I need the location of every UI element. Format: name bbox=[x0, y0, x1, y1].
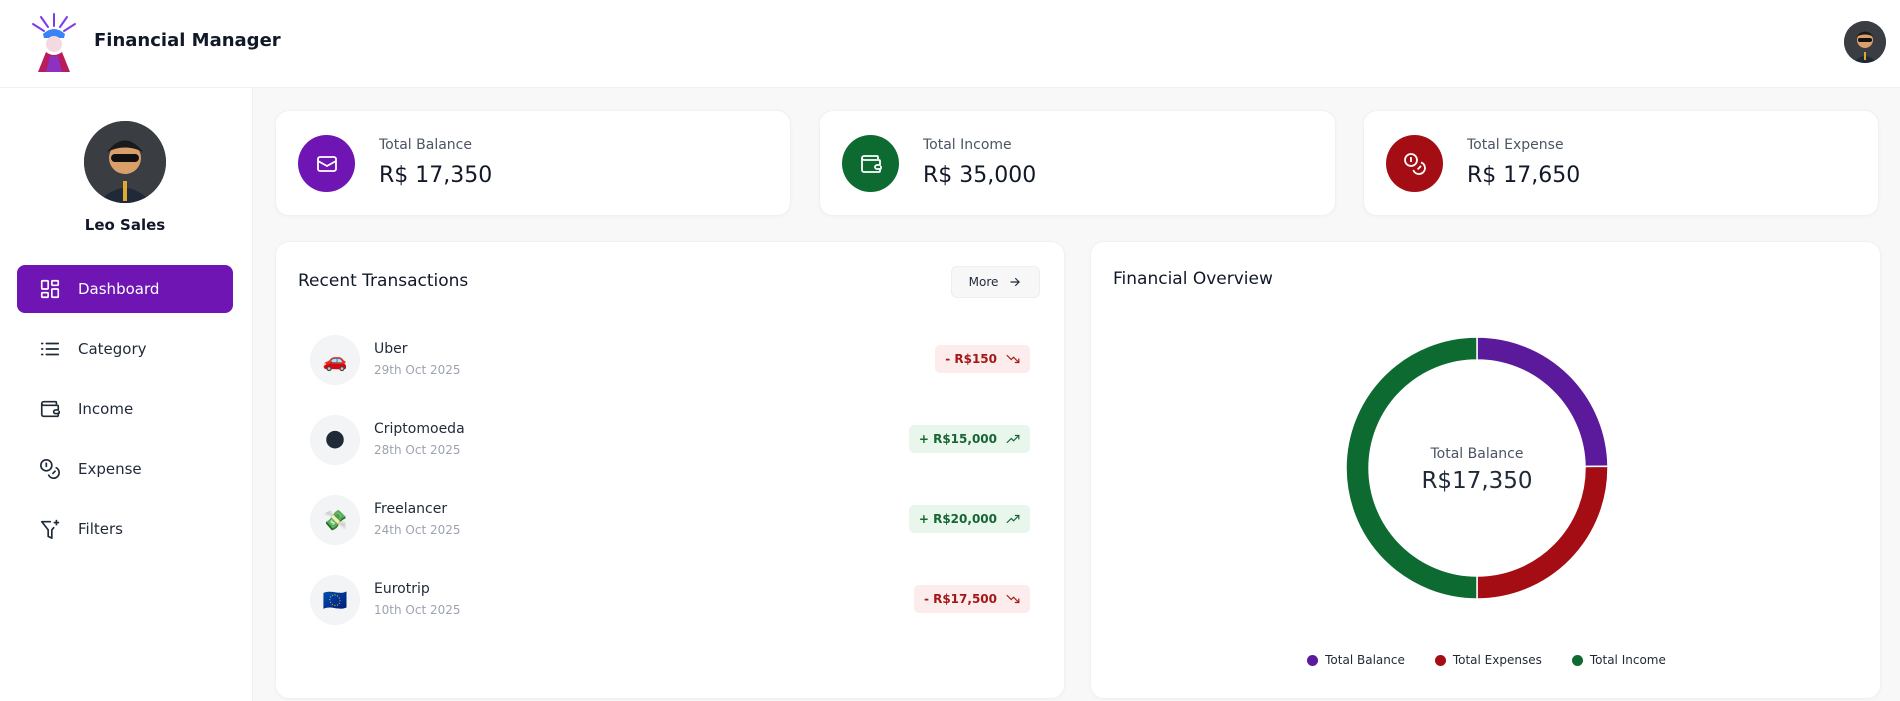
transaction-amount-badge: - R$150 bbox=[935, 345, 1030, 373]
transaction-date: 29th Oct 2025 bbox=[374, 363, 461, 377]
coins-icon bbox=[1403, 152, 1426, 175]
sidebar-item-label: Filters bbox=[78, 520, 123, 538]
transaction-name: Uber bbox=[374, 341, 408, 357]
avatar-image bbox=[84, 121, 166, 203]
transaction-amount-badge: - R$17,500 bbox=[913, 585, 1030, 613]
transaction-name: Criptomoeda bbox=[374, 421, 465, 437]
transaction-row[interactable]: 💸 Freelancer 24th Oct 2025 + R$20,000 bbox=[310, 495, 1030, 545]
wallet-icon bbox=[40, 400, 60, 418]
legend-dot bbox=[1434, 654, 1446, 666]
sidebar-item-label: Income bbox=[78, 400, 134, 418]
user-name: Leo Sales bbox=[84, 216, 166, 234]
transaction-name: Freelancer bbox=[374, 501, 448, 517]
sidebar-nav: Dashboard Category Income Expense Filter… bbox=[17, 265, 233, 565]
profile-avatar[interactable] bbox=[84, 121, 166, 203]
balance-icon-circle bbox=[298, 135, 355, 192]
summary-label: Total Balance bbox=[379, 137, 472, 153]
sidebar-item-label: Dashboard bbox=[78, 280, 160, 298]
legend-item[interactable]: Total Expenses bbox=[1434, 653, 1542, 667]
card-icon bbox=[316, 155, 337, 172]
sidebar-item-dashboard[interactable]: Dashboard bbox=[17, 265, 233, 313]
statue-of-liberty-logo[interactable] bbox=[28, 12, 80, 74]
dashboard-icon bbox=[40, 279, 60, 299]
summary-value: R$ 17,650 bbox=[1467, 163, 1581, 188]
car-icon: 🚗 bbox=[310, 335, 360, 385]
chart-legend: Total Balance Total Expenses Total Income bbox=[1091, 653, 1882, 667]
summary-value: R$ 35,000 bbox=[923, 163, 1037, 188]
expense-icon-circle bbox=[1386, 135, 1443, 192]
transaction-date: 10th Oct 2025 bbox=[374, 603, 461, 617]
transaction-amount-badge: + R$15,000 bbox=[908, 425, 1030, 453]
top-header: Financial Manager bbox=[0, 0, 1900, 88]
more-button[interactable]: More bbox=[951, 266, 1040, 298]
trend-up-icon bbox=[1006, 434, 1020, 444]
transaction-amount: + R$20,000 bbox=[918, 512, 997, 526]
summary-value: R$ 17,350 bbox=[379, 163, 493, 188]
money-icon: 💸 bbox=[310, 495, 360, 545]
transaction-date: 24th Oct 2025 bbox=[374, 523, 461, 537]
sidebar: Leo Sales Dashboard Category Income Expe… bbox=[0, 88, 253, 701]
legend-item[interactable]: Total Balance bbox=[1307, 653, 1405, 667]
sidebar-item-expense[interactable]: Expense bbox=[17, 445, 233, 493]
more-button-label: More bbox=[968, 275, 999, 289]
financial-overview-panel: Financial Overview Total Balance R$17,35… bbox=[1090, 241, 1881, 699]
trend-up-icon bbox=[1006, 514, 1020, 524]
legend-label: Total Expenses bbox=[1452, 653, 1542, 667]
transaction-row[interactable]: 🚗 Uber 29th Oct 2025 - R$150 bbox=[310, 335, 1030, 385]
panel-title: Recent Transactions bbox=[298, 271, 469, 291]
coins-icon bbox=[40, 459, 60, 479]
filter-plus-icon bbox=[40, 519, 60, 539]
sidebar-item-category[interactable]: Category bbox=[17, 325, 233, 373]
recent-transactions-panel: Recent Transactions More 🚗 Uber 29th Oct… bbox=[275, 241, 1065, 699]
transaction-date: 28th Oct 2025 bbox=[374, 443, 461, 457]
trend-down-icon bbox=[1006, 594, 1020, 604]
summary-label: Total Expense bbox=[1467, 137, 1564, 153]
summary-label: Total Income bbox=[923, 137, 1012, 153]
transaction-amount: - R$17,500 bbox=[923, 592, 997, 606]
sidebar-item-label: Expense bbox=[78, 460, 142, 478]
donut-center-value: R$17,350 bbox=[1421, 468, 1533, 494]
legend-dot bbox=[1307, 654, 1319, 666]
panel-title: Financial Overview bbox=[1113, 269, 1273, 289]
total-expense-card: Total Expense R$ 17,650 bbox=[1363, 110, 1879, 216]
arrow-right-icon bbox=[1010, 277, 1021, 287]
legend-item[interactable]: Total Income bbox=[1571, 653, 1666, 667]
transaction-name: Eurotrip bbox=[374, 581, 430, 597]
income-icon-circle bbox=[842, 135, 899, 192]
header-avatar[interactable] bbox=[1844, 21, 1886, 63]
transaction-row[interactable]: 🌑 Criptomoeda 28th Oct 2025 + R$15,000 bbox=[310, 415, 1030, 465]
transaction-amount: + R$15,000 bbox=[918, 432, 997, 446]
sidebar-item-filters[interactable]: Filters bbox=[17, 505, 233, 553]
transaction-amount-badge: + R$20,000 bbox=[908, 505, 1030, 533]
avatar-image bbox=[1844, 21, 1886, 63]
moon-icon: 🌑 bbox=[310, 415, 360, 465]
app-title: Financial Manager bbox=[94, 30, 281, 51]
eu-flag-icon: 🇪🇺 bbox=[310, 575, 360, 625]
legend-label: Total Balance bbox=[1325, 653, 1405, 667]
transaction-amount: - R$150 bbox=[945, 352, 997, 366]
sidebar-item-label: Category bbox=[78, 340, 147, 358]
sidebar-item-income[interactable]: Income bbox=[17, 385, 233, 433]
legend-label: Total Income bbox=[1589, 653, 1666, 667]
total-balance-card: Total Balance R$ 17,350 bbox=[275, 110, 791, 216]
legend-dot bbox=[1571, 654, 1583, 666]
donut-center-label: Total Balance bbox=[1430, 446, 1524, 462]
wallet-icon bbox=[860, 154, 882, 173]
trend-down-icon bbox=[1006, 354, 1020, 364]
transaction-row[interactable]: 🇪🇺 Eurotrip 10th Oct 2025 - R$17,500 bbox=[310, 575, 1030, 625]
total-income-card: Total Income R$ 35,000 bbox=[819, 110, 1336, 216]
list-icon bbox=[40, 342, 60, 356]
